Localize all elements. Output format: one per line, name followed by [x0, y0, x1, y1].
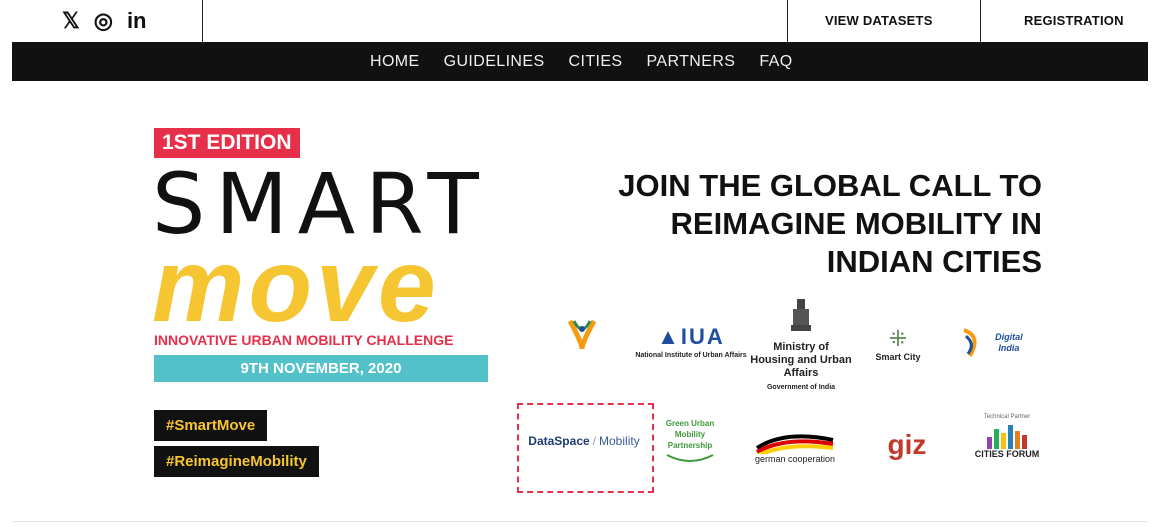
smart-city-logo: ⁜ Smart City	[875, 325, 921, 362]
hero-headline: JOIN THE GLOBAL CALL TO REIMAGINE MOBILI…	[560, 167, 1042, 281]
social-links: 𝕏 ◎ in	[62, 8, 147, 34]
nav-item-guidelines[interactable]: GUIDELINES	[444, 53, 545, 71]
top-bar: 𝕏 ◎ in VIEW DATASETS REGISTRATION	[12, 0, 1148, 42]
niua-logo: ▲IUA National Institute of Urban Affairs	[635, 323, 747, 359]
nav-item-home[interactable]: HOME	[370, 53, 420, 71]
main-nav: HOME GUIDELINES CITIES PARTNERS FAQ	[12, 42, 1148, 81]
headline-line: INDIAN CITIES	[826, 244, 1042, 279]
nav-item-faq[interactable]: FAQ	[759, 53, 792, 71]
view-datasets-link[interactable]: VIEW DATASETS	[825, 13, 933, 28]
twitter-icon[interactable]: 𝕏	[62, 8, 80, 34]
divider	[787, 0, 788, 42]
mohua-logo: Ministry of Housing and Urban Affairs Go…	[750, 293, 852, 397]
hashtag-reimaginemobility: #ReimagineMobility	[154, 446, 319, 477]
hero-banner: 1ST EDITION SMART move INNOVATIVE URBAN …	[12, 81, 1148, 522]
headline-line: REIMAGINE MOBILITY IN	[670, 206, 1042, 241]
cities-forum-logo: Technical Partner CITIES FORUM	[974, 414, 1040, 459]
divider	[980, 0, 981, 42]
digital-india-logo: Digital India	[960, 321, 1034, 365]
divider	[202, 0, 203, 42]
headline-line: JOIN THE GLOBAL CALL TO	[618, 168, 1042, 203]
azadi-logo	[560, 309, 604, 361]
german-cooperation-logo: german cooperation	[750, 419, 840, 475]
instagram-icon[interactable]: ◎	[94, 8, 113, 34]
nav-item-partners[interactable]: PARTNERS	[647, 53, 736, 71]
dataspace-mobility-logo[interactable]: DataSpace / Mobility	[526, 426, 642, 456]
move-title: move	[152, 228, 440, 344]
linkedin-icon[interactable]: in	[127, 8, 147, 34]
registration-link[interactable]: REGISTRATION	[1024, 13, 1124, 28]
edition-badge: 1ST EDITION	[154, 128, 300, 158]
challenge-subtitle: INNOVATIVE URBAN MOBILITY CHALLENGE	[154, 332, 454, 348]
event-date: 9TH NOVEMBER, 2020	[154, 355, 488, 382]
hashtag-smartmove: #SmartMove	[154, 410, 268, 441]
nav-item-cities[interactable]: CITIES	[569, 53, 623, 71]
giz-logo: giz	[887, 429, 927, 460]
gump-logo: Green Urban Mobility Partnership	[658, 413, 722, 469]
